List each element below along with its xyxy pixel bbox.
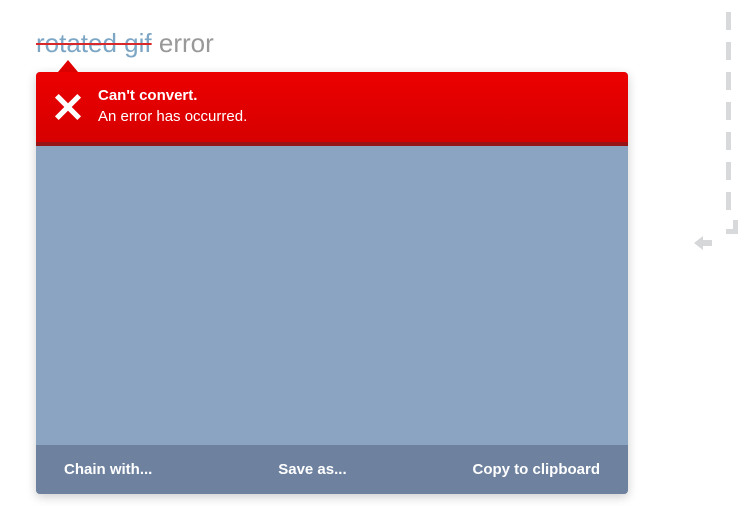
page-title: rotated gif error <box>36 28 214 59</box>
error-x-icon <box>54 93 82 121</box>
error-title: Can't convert. <box>98 86 247 106</box>
error-banner: Can't convert. An error has occurred. <box>36 72 628 146</box>
result-panel: Can't convert. An error has occurred. Ch… <box>36 72 628 494</box>
chain-with-button[interactable]: Chain with... <box>64 461 152 478</box>
save-as-button[interactable]: Save as... <box>278 461 346 478</box>
title-struck-link[interactable]: rotated gif <box>36 28 152 58</box>
footer-toolbar: Chain with... Save as... Copy to clipboa… <box>36 445 628 494</box>
crop-guide-vertical <box>726 12 734 322</box>
crop-corner-icon <box>724 226 738 240</box>
arrow-left-icon <box>694 236 712 250</box>
content-area <box>36 146 628 446</box>
title-suffix: error <box>152 28 214 58</box>
error-message: An error has occurred. <box>98 107 247 127</box>
panel-pointer-arrow <box>58 60 78 72</box>
copy-to-clipboard-button[interactable]: Copy to clipboard <box>472 461 600 478</box>
error-text-block: Can't convert. An error has occurred. <box>98 86 247 128</box>
